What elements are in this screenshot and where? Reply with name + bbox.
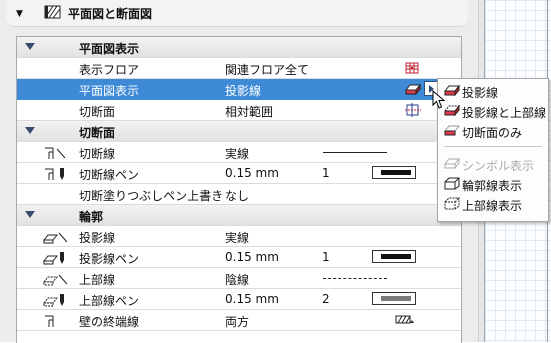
row-overhead-line[interactable]: 上部線 陰線 xyxy=(17,268,461,289)
row-cut-surfaces[interactable]: 切断面 相対範囲 xyxy=(17,100,461,121)
group-label: 輪郭 xyxy=(79,210,104,224)
expand-triangle-icon[interactable] xyxy=(25,211,35,218)
overhead-line-icon xyxy=(43,274,68,286)
group-outlines[interactable]: 輪郭 xyxy=(17,205,461,226)
projection-icon xyxy=(444,84,460,97)
row-label: 投影線ペン xyxy=(79,252,140,266)
row-cut-line-pen[interactable]: 切断線ペン 0.15 mm 1 xyxy=(17,163,461,184)
row-value[interactable]: 投影線 xyxy=(225,82,261,99)
row-value[interactable]: 実線 xyxy=(225,145,249,162)
projection-overhead-icon xyxy=(444,104,460,117)
pen-number: 2 xyxy=(322,292,330,306)
row-show-on-stories[interactable]: 表示フロア 関連フロア全て xyxy=(17,58,461,79)
plan-section-icon xyxy=(44,5,61,19)
menu-item-label: 輪郭線表示 xyxy=(462,179,523,193)
expand-triangle-icon[interactable] xyxy=(25,43,35,50)
pen-preview[interactable] xyxy=(372,292,416,305)
row-cut-fill-pen-override[interactable]: 切断塗りつぶしペン上書き なし xyxy=(17,184,461,205)
menu-item-projected[interactable]: 投影線 xyxy=(438,81,548,101)
row-wall-end-lines[interactable]: 壁の終端線 両方 xyxy=(17,310,461,331)
row-value[interactable]: 0.15 mm xyxy=(225,166,279,180)
menu-item-label: 投影線 xyxy=(462,86,499,100)
menu-item-overhead-all[interactable]: 上部線表示 xyxy=(438,194,548,214)
row-projection-line[interactable]: 投影線 実線 xyxy=(17,226,461,247)
mouse-pointer-icon xyxy=(432,90,446,109)
row-label: 切断面 xyxy=(79,105,116,119)
menu-item-projected-overhead[interactable]: 投影線と上部線 xyxy=(438,101,548,121)
row-value[interactable]: 0.15 mm xyxy=(225,250,279,264)
menu-separator xyxy=(444,146,542,147)
menu-item-symbolic: シンボル表示 xyxy=(438,154,548,174)
group-cut-surfaces[interactable]: 切断面 xyxy=(17,121,461,142)
row-label: 上部線ペン xyxy=(79,294,140,308)
row-value[interactable]: 両方 xyxy=(225,313,249,330)
pen-number: 1 xyxy=(322,250,330,264)
row-label: 表示フロア xyxy=(79,63,140,77)
menu-item-cut-only[interactable]: 切断面のみ xyxy=(438,121,548,141)
cut-line-icon xyxy=(45,147,66,159)
menu-item-label: 切断面のみ xyxy=(462,126,523,140)
row-label: 切断線ペン xyxy=(79,168,140,182)
property-panel: 平面図表示 表示フロア 関連フロア全て 平面図表示 投影線 切断面 相対範囲 切… xyxy=(16,36,462,343)
row-label: 切断線 xyxy=(79,147,116,161)
line-type-preview xyxy=(323,152,387,153)
row-label: 切断塗りつぶしペン上書き xyxy=(79,189,224,203)
collapse-triangle-icon[interactable]: ▼ xyxy=(16,9,23,19)
symbolic-icon xyxy=(444,157,460,170)
menu-item-label: シンボル表示 xyxy=(462,159,535,173)
projection-line-pen-icon xyxy=(43,252,64,265)
pen-preview[interactable] xyxy=(372,250,416,263)
menu-item-outlines-only[interactable]: 輪郭線表示 xyxy=(438,174,548,194)
wall-end-line-icon xyxy=(45,315,54,327)
overhead-all-icon xyxy=(444,197,460,210)
projection-line-icon xyxy=(43,232,68,244)
cut-line-pen-icon xyxy=(45,168,64,180)
row-label: 投影線 xyxy=(79,231,116,245)
row-label: 上部線 xyxy=(79,273,116,287)
wall-end-preview-icon[interactable] xyxy=(395,314,415,326)
row-value[interactable]: 陰線 xyxy=(225,271,249,288)
row-value[interactable]: 実線 xyxy=(225,229,249,246)
expand-triangle-icon[interactable] xyxy=(25,127,35,134)
outline-icon xyxy=(444,177,460,190)
stories-icon[interactable] xyxy=(405,61,419,75)
row-label: 平面図表示 xyxy=(79,84,140,98)
row-floor-plan-display[interactable]: 平面図表示 投影線 xyxy=(17,79,461,100)
row-value[interactable]: 0.15 mm xyxy=(225,292,279,306)
section-header[interactable]: ▼ 平面図と断面図 xyxy=(6,0,468,27)
menu-item-label: 投影線と上部線 xyxy=(462,106,547,120)
pen-number: 1 xyxy=(322,166,330,180)
row-value[interactable]: なし xyxy=(225,187,249,204)
group-label: 平面図表示 xyxy=(79,42,140,56)
line-type-preview xyxy=(323,278,387,279)
row-cut-line[interactable]: 切断線 実線 xyxy=(17,142,461,163)
section-title: 平面図と断面図 xyxy=(68,7,153,21)
group-floor-plan-display[interactable]: 平面図表示 xyxy=(17,37,461,58)
cut-range-icon[interactable] xyxy=(405,103,421,117)
cut-only-icon xyxy=(444,125,460,136)
projection-icon xyxy=(405,83,421,95)
plan-display-popup-menu: 投影線 投影線と上部線 切断面のみ シンボル表示 輪郭線表示 上部線表示 xyxy=(437,78,549,222)
overhead-line-pen-icon xyxy=(43,294,64,307)
row-value[interactable]: 相対範囲 xyxy=(225,103,273,120)
row-overhead-line-pen[interactable]: 上部線ペン 0.15 mm 2 xyxy=(17,289,461,310)
group-label: 切断面 xyxy=(79,126,116,140)
row-value[interactable]: 関連フロア全て xyxy=(225,61,309,78)
row-projection-line-pen[interactable]: 投影線ペン 0.15 mm 1 xyxy=(17,247,461,268)
menu-item-label: 上部線表示 xyxy=(462,199,523,213)
row-label: 壁の終端線 xyxy=(79,315,140,329)
pen-preview[interactable] xyxy=(372,166,416,179)
